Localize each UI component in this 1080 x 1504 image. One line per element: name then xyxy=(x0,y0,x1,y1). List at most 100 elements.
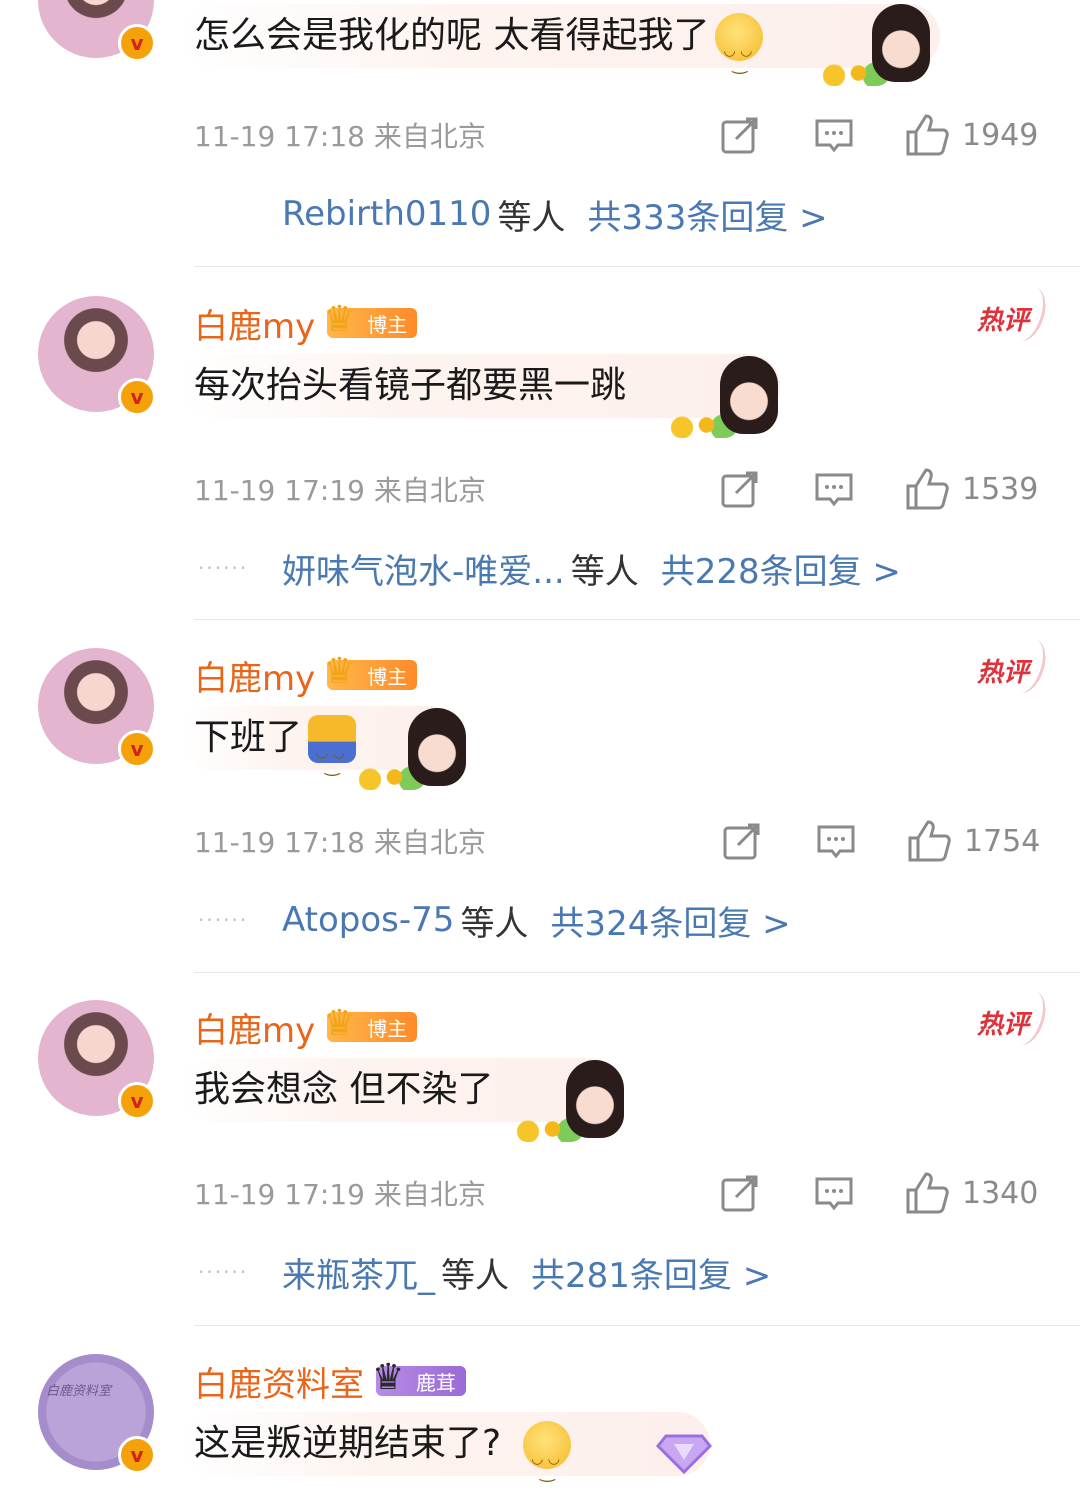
username-row: 白鹿my ♛ 博主 xyxy=(194,298,418,348)
like-count: 1754 xyxy=(964,823,1041,859)
comment-meta: 11-19 17:18 来自北京 xyxy=(194,816,486,866)
thumbs-up-icon xyxy=(908,820,951,862)
comment-icon xyxy=(815,473,853,507)
reply-usernames: Atopos-75 xyxy=(282,900,455,940)
reply-button[interactable] xyxy=(814,816,858,866)
username-row: 白鹿my ♛ 博主 xyxy=(194,1002,418,1052)
comment-time: 11-19 17:18 来自北京 xyxy=(194,120,486,153)
comment-icon xyxy=(815,1177,853,1211)
comment-text-content: 怎么会是我化的呢 太看得起我了 xyxy=(194,15,710,56)
like-count: 1539 xyxy=(962,471,1039,507)
avatar[interactable]: v xyxy=(38,648,156,768)
username-row: 白鹿资料室 ♛ 鹿茸 xyxy=(194,1356,466,1406)
diamond-badge-icon xyxy=(654,1426,714,1476)
like-count: 1340 xyxy=(962,1175,1039,1211)
reply-usernames: Rebirth0110 xyxy=(282,194,492,234)
reply-total: 共333条回复 > xyxy=(587,197,828,238)
like-button[interactable]: 1340 xyxy=(904,1168,1038,1218)
verified-badge-icon: v xyxy=(118,378,156,416)
divider xyxy=(194,1325,1080,1326)
comment-text: 这是叛逆期结束了? xyxy=(194,1414,572,1503)
reply-total: 共281条回复 > xyxy=(531,1255,772,1296)
avatar[interactable]: v xyxy=(38,296,156,416)
badge-label: 鹿茸 xyxy=(416,1370,456,1395)
reply-others-label: 等人 xyxy=(460,903,529,944)
forward-button[interactable] xyxy=(718,1168,762,1218)
crown-icon: ♛ xyxy=(323,651,356,692)
like-count: 1949 xyxy=(962,117,1039,153)
verified-badge-icon: v xyxy=(118,24,156,62)
username[interactable]: 白鹿my xyxy=(194,651,315,700)
share-icon xyxy=(723,823,760,860)
blogger-badge: ♛ 博主 xyxy=(323,652,418,692)
hot-comment-badge: 热评 xyxy=(968,648,1038,698)
replies-link[interactable]: Rebirth0110 等人 共333条回复 > xyxy=(198,184,828,244)
comment-text-content: 这是叛逆期结束了? xyxy=(194,1423,502,1464)
comment-icon xyxy=(815,119,853,153)
waving-emoji-icon xyxy=(308,715,357,797)
divider xyxy=(194,619,1080,620)
crown-icon: ♛ xyxy=(323,299,356,340)
avatar-signature: 白鹿资料室 xyxy=(46,1384,112,1399)
comment-time: 11-19 17:18 来自北京 xyxy=(194,826,486,859)
dots-decoration: ······ xyxy=(198,908,249,932)
like-button[interactable]: 1754 xyxy=(906,816,1040,866)
comment-text: 我会想念 但不染了 xyxy=(194,1069,494,1110)
comment-time: 11-19 17:19 来自北京 xyxy=(194,474,486,507)
comment-text-content: 下班了 xyxy=(194,717,303,758)
replies-link[interactable]: ······ 来瓶茶兀_ 等人 共281条回复 > xyxy=(198,1242,771,1302)
reply-usernames: 妍味气泡水-唯爱... xyxy=(282,551,565,592)
reply-button[interactable] xyxy=(812,464,856,514)
username[interactable]: 白鹿my xyxy=(194,1003,315,1052)
avatar[interactable]: 白鹿资料室 v xyxy=(38,1354,156,1474)
thumbs-up-icon xyxy=(906,114,949,156)
comment-text: 下班了 xyxy=(194,708,357,797)
forward-button[interactable] xyxy=(718,110,762,160)
fan-badge: ♛ 鹿茸 xyxy=(372,1358,466,1398)
avatar[interactable]: v xyxy=(38,0,156,62)
username[interactable]: 白鹿my xyxy=(194,299,315,348)
reply-total: 共324条回复 > xyxy=(550,903,791,944)
comment-meta: 11-19 17:18 来自北京 xyxy=(194,110,486,160)
crown-icon: ♛ xyxy=(372,1357,405,1398)
username[interactable]: 白鹿资料室 xyxy=(194,1357,364,1406)
reply-button[interactable] xyxy=(812,110,856,160)
dots-decoration: ······ xyxy=(198,556,249,580)
blogger-badge: ♛ 博主 xyxy=(323,300,418,340)
comment-bubble-decoration xyxy=(820,0,940,86)
divider xyxy=(194,972,1080,973)
comment-bubble-decoration xyxy=(514,1056,634,1142)
badge-label: 博主 xyxy=(367,1016,408,1041)
reply-button[interactable] xyxy=(812,1168,856,1218)
comment-meta: 11-19 17:19 来自北京 xyxy=(194,1168,486,1218)
comment-text: 怎么会是我化的呢 太看得起我了 xyxy=(194,6,764,95)
reply-usernames: 来瓶茶兀_ xyxy=(282,1255,435,1296)
reply-total: 共228条回复 > xyxy=(660,551,901,592)
blogger-badge: ♛ 博主 xyxy=(323,1004,418,1044)
like-button[interactable]: 1949 xyxy=(904,110,1038,160)
comment-actions: 1754 xyxy=(720,816,1050,866)
comment-actions: 1949 xyxy=(718,110,1048,160)
divider xyxy=(194,266,1080,267)
forward-button[interactable] xyxy=(718,464,762,514)
verified-badge-icon: v xyxy=(118,730,156,768)
comment-bubble-decoration xyxy=(668,352,788,438)
smile-emoji-icon xyxy=(715,13,764,95)
verified-badge-icon: v xyxy=(118,1436,156,1474)
dots-decoration: ······ xyxy=(198,1260,249,1284)
badge-label: 博主 xyxy=(367,312,408,337)
reply-others-label: 等人 xyxy=(570,551,639,592)
like-button[interactable]: 1539 xyxy=(904,464,1038,514)
verified-badge-icon: v xyxy=(118,1082,156,1120)
comment-time: 11-19 17:19 来自北京 xyxy=(194,1178,486,1211)
forward-button[interactable] xyxy=(720,816,764,866)
username-row: 白鹿my ♛ 博主 xyxy=(194,650,418,700)
comment-text: 每次抬头看镜子都要黑一跳 xyxy=(194,365,627,406)
reply-others-label: 等人 xyxy=(497,197,566,238)
replies-link[interactable]: ······ 妍味气泡水-唯爱... 等人 共228条回复 > xyxy=(198,538,901,598)
avatar[interactable]: v xyxy=(38,1000,156,1120)
comment-actions: 1340 xyxy=(718,1168,1048,1218)
replies-link[interactable]: ······ Atopos-75 等人 共324条回复 > xyxy=(198,890,791,950)
badge-label: 博主 xyxy=(367,664,408,689)
portrait-decoration-icon xyxy=(872,4,930,82)
